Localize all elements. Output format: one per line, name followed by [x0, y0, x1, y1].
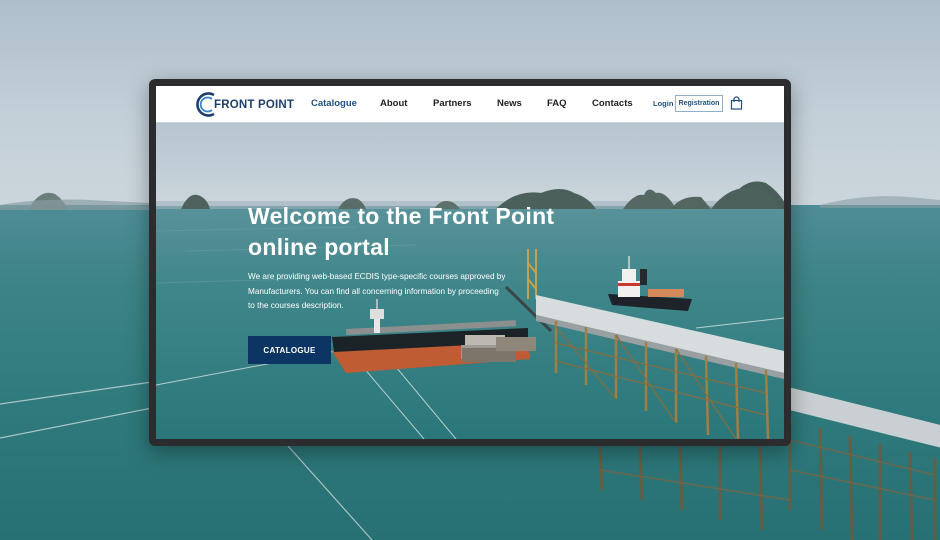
nav-partners[interactable]: Partners — [433, 98, 472, 109]
login-link[interactable]: Login — [653, 99, 673, 108]
nav-about[interactable]: About — [380, 98, 407, 109]
hero-title-line: online portal — [248, 234, 390, 260]
nav-faq[interactable]: FAQ — [547, 98, 567, 109]
catalogue-button[interactable]: CATALOGUE — [248, 336, 331, 364]
shopping-bag-icon[interactable] — [730, 96, 743, 110]
monitor-frame: FRONT POINT Catalogue About Partners New… — [149, 79, 791, 446]
registration-button[interactable]: Registration — [675, 95, 723, 112]
hero-section: Welcome to the Front Point online portal… — [156, 123, 784, 439]
browser-screen: FRONT POINT Catalogue About Partners New… — [156, 86, 784, 439]
brand-name: FRONT POINT — [214, 98, 295, 111]
hero-title-line: Welcome to the Front Point — [248, 203, 555, 229]
hero-description-line: We are providing web-based ECDIS type-sp… — [248, 272, 506, 281]
nav-news[interactable]: News — [497, 98, 522, 109]
nav-catalogue[interactable]: Catalogue — [311, 98, 357, 109]
hero-title: Welcome to the Front Point online portal — [248, 201, 608, 263]
nav-contacts[interactable]: Contacts — [592, 98, 633, 109]
hero-description-line: to the courses description. — [248, 301, 344, 310]
hero-description: We are providing web-based ECDIS type-sp… — [248, 270, 518, 314]
hero-description-line: Manufacturers. You can find all concerni… — [248, 286, 499, 296]
site-header: FRONT POINT Catalogue About Partners New… — [156, 86, 784, 123]
brand-logo[interactable]: FRONT POINT — [194, 91, 294, 118]
